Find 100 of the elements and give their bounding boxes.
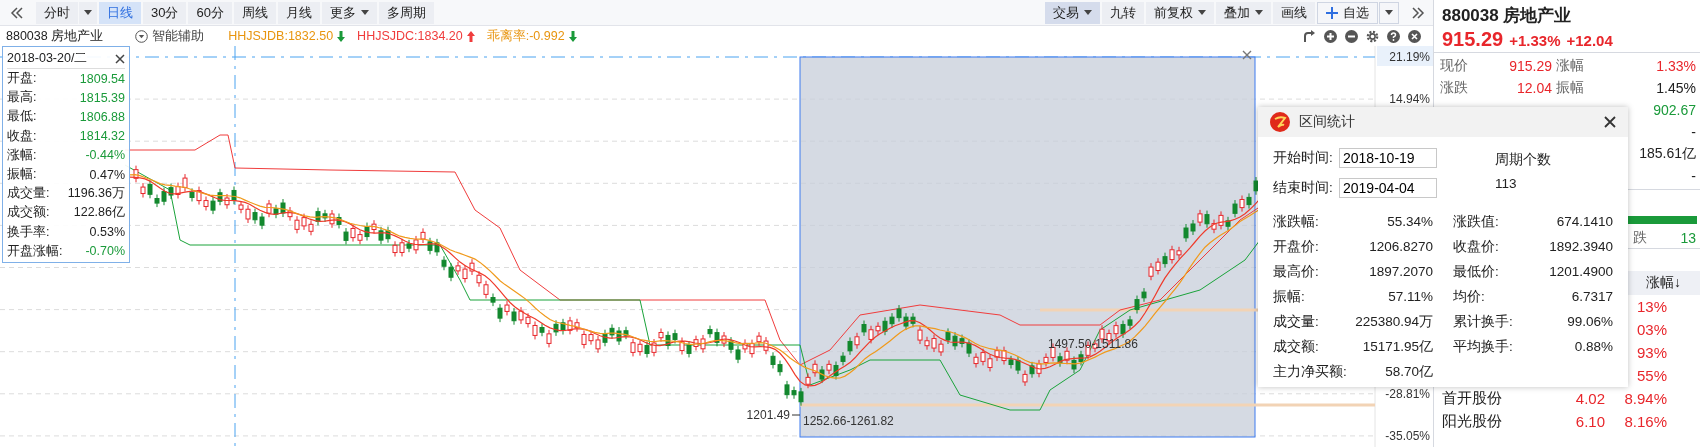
dropdown-button[interactable] bbox=[1379, 1, 1399, 24]
period-tab[interactable]: 更多 bbox=[321, 1, 377, 24]
dropdown-button[interactable] bbox=[79, 1, 97, 24]
tooltip-label: 开盘涨幅: bbox=[7, 242, 63, 260]
stat-label: 涨跌幅: bbox=[1273, 212, 1320, 231]
quote-value: - bbox=[1691, 124, 1696, 140]
stock-title: 880038 房地产业 bbox=[1442, 5, 1573, 27]
help-icon[interactable] bbox=[1387, 29, 1400, 43]
tooltip-label: 收盘: bbox=[7, 127, 37, 145]
period-count-value: 113 bbox=[1495, 176, 1518, 191]
settings-icon[interactable] bbox=[1366, 29, 1379, 43]
dialog-title: 区间统计 bbox=[1299, 113, 1355, 131]
stat-label: 开盘价: bbox=[1273, 237, 1320, 256]
stat-value: 1206.8270 bbox=[1368, 239, 1433, 254]
redo-icon[interactable] bbox=[1302, 29, 1316, 43]
stat-value: 674.1410 bbox=[1556, 214, 1613, 229]
stock-name[interactable]: 首开股份 bbox=[1442, 389, 1502, 406]
breadth-value: 13 bbox=[1680, 230, 1696, 246]
toolbar-button[interactable]: 前复权 bbox=[1146, 1, 1214, 24]
axis-label: 14.94% bbox=[1389, 92, 1430, 107]
tooltip-value: 1815.39 bbox=[79, 90, 125, 105]
quote-value: 1.45% bbox=[1656, 80, 1696, 96]
end-date-field[interactable]: 2019-04-04 bbox=[1339, 178, 1437, 198]
toolbar-button[interactable]: 自选 bbox=[1317, 1, 1378, 24]
collapse-icon[interactable] bbox=[10, 6, 24, 19]
stat-value: 1892.3940 bbox=[1549, 239, 1613, 254]
quote-label: 现价 bbox=[1440, 57, 1468, 73]
tooltip-label: 涨幅: bbox=[7, 146, 37, 164]
stat-label: 累计换手: bbox=[1453, 313, 1513, 329]
column-header[interactable]: 涨幅↓ bbox=[1646, 274, 1681, 292]
period-tab[interactable]: 日线 bbox=[99, 1, 141, 24]
quote-value: 902.67 bbox=[1653, 102, 1696, 118]
period-tab[interactable]: 60分 bbox=[188, 1, 232, 24]
logo-icon bbox=[1270, 112, 1290, 132]
expand-icon[interactable] bbox=[1411, 6, 1425, 19]
tooltip-label: 振幅: bbox=[7, 166, 37, 184]
indicator-value: 乖离率:-0.992 bbox=[486, 27, 565, 45]
price-value: 915.29 bbox=[1442, 28, 1504, 51]
assist-label[interactable]: 智能辅助 bbox=[152, 27, 205, 45]
leader-line bbox=[791, 414, 801, 416]
stat-label: 成交量: bbox=[1273, 312, 1320, 331]
field-label: 结束时间: bbox=[1273, 179, 1334, 197]
quote-value: - bbox=[1691, 168, 1696, 184]
plus-icon bbox=[1326, 6, 1338, 19]
tooltip-date: 2018-03-20/二 bbox=[7, 50, 88, 67]
close-icon[interactable] bbox=[1604, 116, 1616, 128]
close-icon[interactable] bbox=[115, 53, 125, 64]
zoom-in-icon[interactable] bbox=[1324, 29, 1337, 43]
period-tab[interactable]: 周线 bbox=[233, 1, 276, 24]
close-icon[interactable] bbox=[1408, 29, 1421, 43]
stat-label: 均价: bbox=[1453, 288, 1485, 304]
quote-value: 185.61亿 bbox=[1639, 145, 1696, 161]
start-date-field[interactable]: 2018-10-19 bbox=[1339, 148, 1437, 168]
price-annotation: 1252.66-1261.82 bbox=[803, 414, 894, 428]
stock-change: 93% bbox=[1636, 344, 1667, 361]
stock-price: 4.02 bbox=[1575, 390, 1605, 407]
toolbar-button[interactable]: 交易 bbox=[1045, 1, 1100, 24]
stat-value: 55.34% bbox=[1386, 214, 1433, 229]
tooltip-value: -0.44% bbox=[85, 148, 125, 163]
stat-value: 225380.94万 bbox=[1354, 312, 1433, 331]
stat-label: 涨跌值: bbox=[1453, 213, 1499, 229]
stat-label: 平均换手: bbox=[1453, 338, 1513, 354]
stock-name[interactable]: 阳光股份 bbox=[1442, 412, 1502, 429]
axis-label: -28.81% bbox=[1385, 386, 1430, 401]
stat-value: 99.06% bbox=[1567, 314, 1613, 329]
quote-value: 1.33% bbox=[1656, 58, 1696, 74]
quote-value: 12.04 bbox=[1516, 80, 1552, 96]
quote-label: 振幅 bbox=[1556, 79, 1584, 95]
tooltip-value: 1809.54 bbox=[79, 71, 125, 86]
stock-change: 13% bbox=[1636, 298, 1667, 315]
tooltip-value: 1196.36万 bbox=[67, 185, 125, 203]
stock-change: 8.94% bbox=[1624, 390, 1667, 407]
indicator-value: HHJSJDC:1834.20 bbox=[357, 29, 463, 43]
toolbar-button[interactable]: 叠加 bbox=[1216, 1, 1271, 24]
stock-change: 03% bbox=[1636, 321, 1667, 338]
dropdown-icon[interactable] bbox=[135, 29, 149, 43]
caret-icon bbox=[1385, 10, 1393, 15]
stock-change: 55% bbox=[1636, 367, 1667, 384]
period-tab[interactable]: 30分 bbox=[143, 1, 187, 24]
stat-value: 58.70亿 bbox=[1384, 362, 1433, 381]
period-count-label: 周期个数 bbox=[1495, 151, 1551, 169]
quote-label: 涨跌 bbox=[1440, 79, 1468, 95]
period-tab[interactable]: 月线 bbox=[277, 1, 320, 24]
tooltip-label: 换手率: bbox=[7, 223, 50, 241]
stat-value: 0.88% bbox=[1574, 339, 1613, 354]
stat-label: 最高价: bbox=[1273, 262, 1320, 281]
stat-label: 最低价: bbox=[1453, 263, 1499, 279]
period-tab[interactable]: 分时 bbox=[36, 1, 78, 24]
toolbar-button[interactable]: 画线 bbox=[1273, 1, 1315, 24]
stat-value: 6.7317 bbox=[1571, 289, 1613, 304]
stat-value: 57.11% bbox=[1387, 289, 1433, 304]
toolbar-button[interactable]: 九转 bbox=[1102, 1, 1144, 24]
symbol-label: 880038 房地产业 bbox=[6, 27, 104, 45]
tooltip-label: 最低: bbox=[7, 108, 37, 126]
stat-label: 主力净买额: bbox=[1273, 362, 1348, 381]
zoom-out-icon[interactable] bbox=[1345, 29, 1358, 43]
quote-label: 涨幅 bbox=[1556, 57, 1584, 73]
stat-label: 收盘价: bbox=[1453, 238, 1499, 254]
period-tab[interactable]: 多周期 bbox=[378, 1, 434, 24]
tooltip-value: 1806.88 bbox=[79, 109, 125, 124]
